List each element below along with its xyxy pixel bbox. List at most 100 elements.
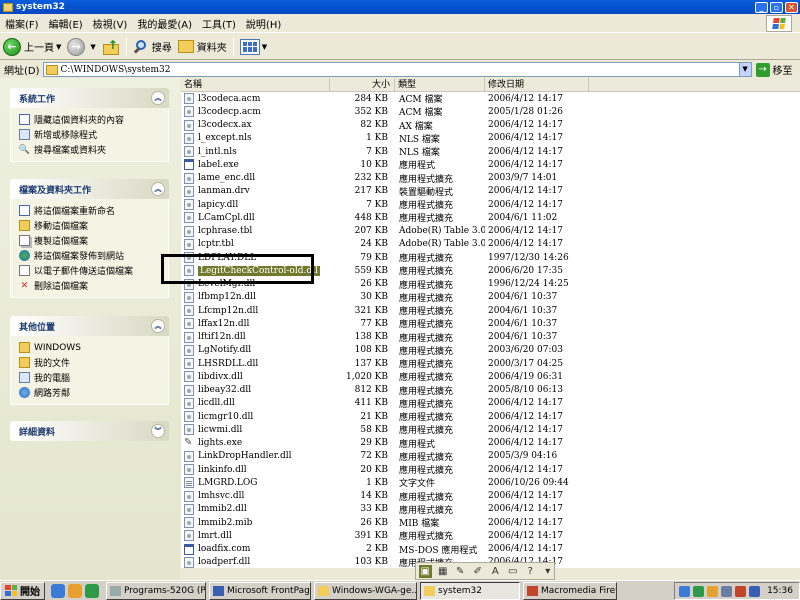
views-button[interactable]: ▼ bbox=[237, 36, 270, 58]
file-row[interactable]: lame_enc.dll 232 KB 應用程式擴充 2003/9/7 14:01 bbox=[181, 172, 800, 185]
file-name-cell[interactable]: lcphrase.tbl bbox=[181, 225, 330, 237]
address-input[interactable]: C:\WINDOWS\system32 ▼ bbox=[42, 62, 752, 77]
file-row[interactable]: lcptr.tbl 24 KB Adobe(R) Table 3.0C 2006/4/… bbox=[181, 238, 800, 251]
grid-icon[interactable]: ▦ bbox=[437, 565, 450, 578]
file-row[interactable]: libeay32.dll 812 KB 應用程式擴充 2005/8/10 06:13 bbox=[181, 384, 800, 397]
place-my-computer[interactable]: 我的電腦 bbox=[19, 370, 168, 385]
file-name[interactable]: LMGRD.LOG bbox=[198, 478, 257, 488]
file-name-cell[interactable]: ✎ lights.exe bbox=[181, 438, 330, 449]
file-name-cell[interactable]: licmgr10.dll bbox=[181, 411, 330, 423]
place-network[interactable]: 網路芳鄰 bbox=[19, 385, 168, 400]
file-name[interactable]: lights.exe bbox=[198, 438, 242, 448]
file-name[interactable]: loadperf.dll bbox=[198, 557, 250, 567]
folders-button[interactable]: 資料夾 bbox=[175, 36, 230, 58]
file-name-cell[interactable]: LgNotify.dll bbox=[181, 344, 330, 356]
file-name-cell[interactable]: lcptr.tbl bbox=[181, 238, 330, 250]
file-name[interactable]: LDPLAY.DLL bbox=[198, 253, 256, 263]
chevron-down-icon[interactable]: ▼ bbox=[56, 43, 61, 51]
file-row[interactable]: lffax12n.dll 77 KB 應用程式擴充 2004/6/1 10:37 bbox=[181, 317, 800, 330]
file-name-cell[interactable]: linkinfo.dll bbox=[181, 464, 330, 476]
file-name[interactable]: l_except.nls bbox=[198, 133, 252, 143]
taskbar-button-frontpage[interactable]: Microsoft FrontPage... bbox=[209, 581, 311, 600]
up-folder-button[interactable]: ↑ bbox=[99, 36, 123, 58]
file-name-cell[interactable]: licwmi.dll bbox=[181, 424, 330, 436]
file-name-cell[interactable]: label.exe bbox=[181, 159, 330, 171]
expand-icon[interactable]: ︾ bbox=[151, 424, 165, 438]
file-name[interactable]: lmrt.dll bbox=[198, 531, 232, 541]
app-icon[interactable] bbox=[85, 583, 99, 598]
file-name[interactable]: licmgr10.dll bbox=[198, 412, 253, 422]
start-button[interactable]: 開始 bbox=[0, 581, 45, 600]
minimize-button[interactable]: _ bbox=[755, 1, 768, 13]
file-row[interactable]: l3codecp.acm 352 KB ACM 檔案 2005/1/28 01:26 bbox=[181, 105, 800, 118]
file-row[interactable]: l_except.nls 1 KB NLS 檔案 2006/4/12 14:17 bbox=[181, 132, 800, 145]
file-name[interactable]: LevelMgr.dll bbox=[198, 279, 255, 289]
file-name-cell[interactable]: LMGRD.LOG bbox=[181, 477, 330, 489]
file-name[interactable]: lftif12n.dll bbox=[198, 332, 246, 342]
file-row[interactable]: loadfix.com 2 KB MS-DOS 應用程式 2006/4/12 14:1… bbox=[181, 543, 800, 556]
go-button[interactable]: → 移至 bbox=[755, 62, 793, 77]
volume-icon[interactable] bbox=[749, 585, 761, 597]
file-row[interactable]: label.exe 10 KB 應用程式 2006/4/12 14:17 bbox=[181, 158, 800, 171]
file-name[interactable]: LHSRDLL.dll bbox=[198, 359, 258, 369]
file-name-cell[interactable]: lmhsvc.dll bbox=[181, 490, 330, 502]
file-row[interactable]: lanman.drv 217 KB 裝置驅動程式 2006/4/12 14:17 bbox=[181, 185, 800, 198]
edit-icon[interactable]: ✐ bbox=[472, 565, 485, 578]
forward-button[interactable]: → ▼ bbox=[64, 36, 98, 58]
file-name-cell[interactable]: lmmib2.dll bbox=[181, 503, 330, 515]
file-name-cell[interactable]: l_intl.nls bbox=[181, 146, 330, 158]
close-button[interactable]: ✕ bbox=[785, 1, 798, 13]
file-name[interactable]: lmmib2.dll bbox=[198, 504, 247, 514]
file-name[interactable]: lffax12n.dll bbox=[198, 319, 249, 329]
collapse-icon[interactable]: ︽ bbox=[151, 319, 165, 333]
file-name[interactable]: LCamCpl.dll bbox=[198, 213, 255, 223]
file-name-cell[interactable]: libdivx.dll bbox=[181, 371, 330, 383]
menu-edit[interactable]: 編輯(E) bbox=[44, 16, 88, 31]
taskbar-button-programs[interactable]: Programs-520G (P:) bbox=[106, 581, 206, 600]
file-name-cell[interactable]: lmrt.dll bbox=[181, 530, 330, 542]
file-row[interactable]: lmmib2.dll 33 KB 應用程式擴充 2006/4/12 14:17 bbox=[181, 503, 800, 516]
file-row[interactable]: Lfcmp12n.dll 321 KB 應用程式擴充 2004/6/1 10:37 bbox=[181, 304, 800, 317]
file-name[interactable]: lame_enc.dll bbox=[198, 173, 255, 183]
task-move[interactable]: 移動這個檔案 bbox=[19, 218, 168, 233]
file-name[interactable]: lapicy.dll bbox=[198, 200, 238, 210]
file-name-cell[interactable]: lmmib2.mib bbox=[181, 517, 330, 529]
file-name[interactable]: lmmib2.mib bbox=[198, 518, 252, 528]
column-date[interactable]: 修改日期 bbox=[485, 78, 589, 91]
file-name-cell[interactable]: lame_enc.dll bbox=[181, 172, 330, 184]
file-name[interactable]: libdivx.dll bbox=[198, 372, 243, 382]
file-name-cell[interactable]: LevelMgr.dll bbox=[181, 278, 330, 290]
file-name[interactable]: LegitCheckControl-old.dll bbox=[198, 265, 320, 276]
text-icon[interactable]: A bbox=[489, 565, 502, 578]
file-name-cell[interactable]: lfbmp12n.dll bbox=[181, 291, 330, 303]
column-size[interactable]: 大小 bbox=[330, 78, 395, 91]
task-email[interactable]: 以電子郵件傳送這個檔案 bbox=[19, 263, 168, 278]
chevron-down-icon[interactable]: ▼ bbox=[90, 43, 95, 51]
file-row[interactable]: licwmi.dll 58 KB 應用程式擴充 2006/4/12 14:17 bbox=[181, 423, 800, 436]
other-places-header[interactable]: 其他位置 ︽ bbox=[10, 316, 169, 336]
file-name-cell[interactable]: l3codeca.acm bbox=[181, 93, 330, 105]
menu-view[interactable]: 檢視(V) bbox=[88, 16, 133, 31]
system-tasks-header[interactable]: 系統工作 ︽ bbox=[10, 88, 169, 108]
tray-icon[interactable] bbox=[679, 585, 691, 597]
task-add-remove-programs[interactable]: 新增或移除程式 bbox=[19, 127, 168, 142]
file-name[interactable]: LgNotify.dll bbox=[198, 345, 251, 355]
file-name[interactable]: l3codeca.acm bbox=[198, 94, 260, 104]
file-name[interactable]: lmhsvc.dll bbox=[198, 491, 244, 501]
tray-icon[interactable] bbox=[707, 585, 719, 597]
search-button[interactable]: 搜尋 bbox=[130, 36, 175, 58]
menu-tools[interactable]: 工具(T) bbox=[197, 16, 241, 31]
file-name-cell[interactable]: LHSRDLL.dll bbox=[181, 358, 330, 370]
file-name-cell[interactable]: lffax12n.dll bbox=[181, 318, 330, 330]
file-row[interactable]: linkinfo.dll 20 KB 應用程式擴充 2006/4/12 14:17 bbox=[181, 463, 800, 476]
file-row[interactable]: LevelMgr.dll 26 KB 應用程式擴充 1996/12/24 14:25 bbox=[181, 278, 800, 291]
file-row[interactable]: lfbmp12n.dll 30 KB 應用程式擴充 2004/6/1 10:37 bbox=[181, 291, 800, 304]
file-row[interactable]: lcphrase.tbl 207 KB Adobe(R) Table 3.0C 200… bbox=[181, 225, 800, 238]
collapse-icon[interactable]: ︽ bbox=[151, 182, 165, 196]
taskbar-button-fireworks[interactable]: Macromedia Firewo... bbox=[523, 581, 617, 600]
file-name[interactable]: linkinfo.dll bbox=[198, 465, 247, 475]
place-windows[interactable]: WINDOWS bbox=[19, 340, 168, 355]
taskbar-button-wga[interactable]: Windows-WGA-ge... bbox=[314, 581, 417, 600]
file-row[interactable]: l3codeca.acm 284 KB ACM 檔案 2006/4/12 14:17 bbox=[181, 92, 800, 105]
file-row[interactable]: LMGRD.LOG 1 KB 文字文件 2006/10/26 09:44 bbox=[181, 476, 800, 489]
